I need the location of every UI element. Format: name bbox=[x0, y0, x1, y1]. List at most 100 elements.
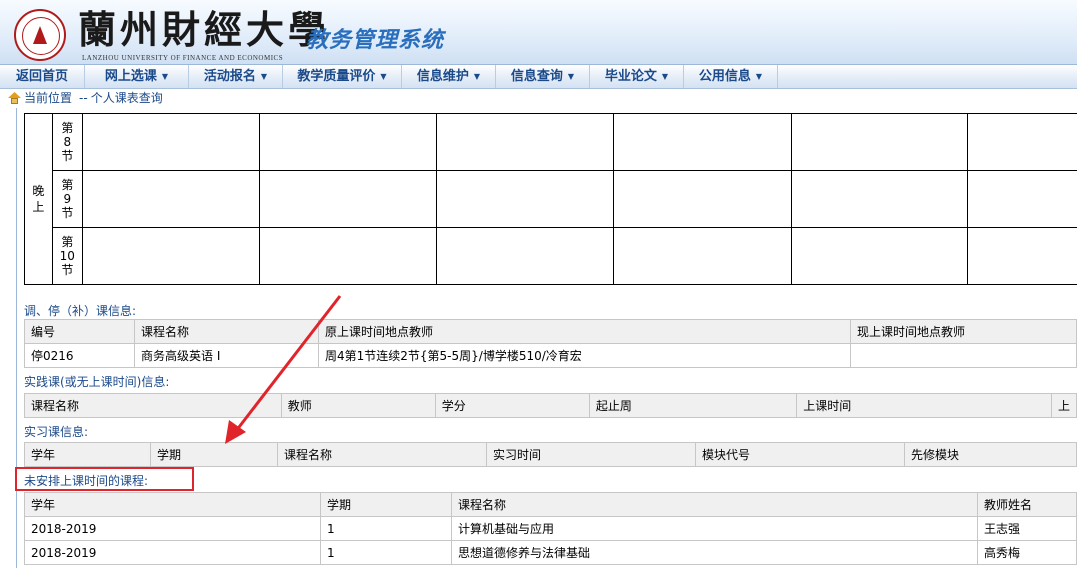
column-header: 先修模块 bbox=[904, 442, 1077, 467]
timetable-cell bbox=[81, 113, 261, 171]
column-header: 学年 bbox=[24, 492, 321, 517]
chevron-down-icon: ▼ bbox=[473, 72, 481, 81]
internship-section-title: 实习课信息: bbox=[24, 425, 89, 439]
column-header: 教师 bbox=[280, 393, 436, 418]
column-header: 课程名称 bbox=[134, 319, 319, 344]
period-cell: 第 9 节 bbox=[51, 170, 83, 228]
system-title: 教务管理系统 bbox=[306, 28, 445, 53]
practice-section-title: 实践课(或无上课时间)信息: bbox=[24, 375, 170, 389]
column-header: 起止周 bbox=[588, 393, 798, 418]
column-header: 学期 bbox=[320, 492, 452, 517]
timetable-cell bbox=[967, 113, 1077, 171]
chevron-down-icon: ▼ bbox=[380, 72, 387, 81]
timetable-cell bbox=[967, 227, 1077, 285]
main-nav: 返回首页 网上选课 ▼ 活动报名 ▼ 教学质量评价 ▼ 信息维护 ▼ 信息查询 … bbox=[0, 65, 1077, 89]
table-row: 停0216 商务高级英语 I 周4第1节连续2节{第5-5周}/博学楼510/冷… bbox=[24, 343, 1077, 368]
arrow-head bbox=[225, 420, 246, 444]
chevron-down-icon: ▼ bbox=[755, 72, 763, 81]
table-header-row: 编号 课程名称 原上课时间地点教师 现上课时间地点教师 bbox=[24, 319, 1077, 344]
nav-label: 公用信息 bbox=[698, 69, 751, 84]
evening-label-text: 晚 上 bbox=[32, 184, 45, 214]
university-name-en: LANZHOU UNIVERSITY OF FINANCE AND ECONOM… bbox=[82, 54, 284, 62]
timetable-cell bbox=[436, 113, 614, 171]
nav-activity-signup[interactable]: 活动报名 ▼ bbox=[189, 65, 283, 88]
nav-home-label: 返回首页 bbox=[15, 69, 68, 84]
table-header-row: 学年 学期 课程名称 教师姓名 bbox=[24, 492, 1077, 517]
column-header: 上 bbox=[1050, 393, 1077, 418]
nav-thesis[interactable]: 毕业论文 ▼ bbox=[590, 65, 684, 88]
breadcrumb-page: 个人课表查询 bbox=[90, 91, 163, 105]
table-cell: 计算机基础与应用 bbox=[451, 516, 978, 541]
column-header: 课程名称 bbox=[24, 393, 282, 418]
column-header: 学年 bbox=[24, 442, 151, 467]
timetable-cell bbox=[612, 170, 792, 228]
chevron-down-icon: ▼ bbox=[161, 72, 169, 81]
table-header-row: 学年 学期 课程名称 实习时间 模块代号 先修模块 bbox=[24, 442, 1077, 467]
timetable-cell bbox=[81, 227, 261, 285]
evening-label: 晚 上 bbox=[24, 113, 53, 285]
column-header: 课程名称 bbox=[451, 492, 978, 517]
university-logo bbox=[14, 9, 66, 61]
period-label: 第 8 节 bbox=[61, 121, 74, 163]
table-cell: 周4第1节连续2节{第5-5周}/博学楼510/冷育宏 bbox=[318, 343, 851, 368]
timetable-cell bbox=[612, 113, 792, 171]
university-name: 蘭州財經大學 bbox=[78, 7, 331, 52]
internship-table: 学年 学期 课程名称 实习时间 模块代号 先修模块 bbox=[24, 442, 1077, 467]
home-icon bbox=[8, 92, 21, 104]
table-cell: 1 bbox=[320, 540, 452, 565]
chevron-down-icon: ▼ bbox=[661, 72, 669, 81]
timetable-cell bbox=[790, 227, 969, 285]
nav-info-maintenance[interactable]: 信息维护 ▼ bbox=[402, 65, 496, 88]
nav-course-selection[interactable]: 网上选课 ▼ bbox=[85, 65, 189, 88]
column-header: 学分 bbox=[434, 393, 590, 418]
breadcrumb: 当前位置 -- 个人课表查询 bbox=[8, 89, 163, 107]
chevron-down-icon: ▼ bbox=[260, 72, 268, 81]
practice-table: 课程名称 教师 学分 起止周 上课时间 上 bbox=[24, 393, 1077, 418]
timetable-cell bbox=[612, 227, 792, 285]
period-label: 第 9 节 bbox=[61, 178, 74, 220]
table-cell: 高秀梅 bbox=[977, 540, 1077, 565]
nav-label: 教学质量评价 bbox=[297, 69, 376, 84]
adjust-section-title: 调、停（补）课信息: bbox=[24, 304, 137, 318]
table-row: 2018-2019 1 思想道德修养与法律基础 高秀梅 bbox=[24, 540, 1077, 565]
adjust-table: 编号 课程名称 原上课时间地点教师 现上课时间地点教师 停0216 商务高级英语… bbox=[24, 319, 1077, 368]
breadcrumb-label: 当前位置 bbox=[24, 91, 73, 105]
annotation-highlight-box bbox=[15, 467, 194, 491]
column-header: 现上课时间地点教师 bbox=[850, 319, 1077, 344]
timetable-cell bbox=[790, 170, 969, 228]
table-cell: 2018-2019 bbox=[24, 516, 321, 541]
timetable-cell bbox=[967, 170, 1077, 228]
period-label: 第 10 节 bbox=[59, 235, 75, 277]
timetable-cell bbox=[436, 170, 614, 228]
table-row: 2018-2019 1 计算机基础与应用 王志强 bbox=[24, 516, 1077, 541]
breadcrumb-separator: -- bbox=[79, 91, 88, 105]
nav-teaching-evaluation[interactable]: 教学质量评价 ▼ bbox=[283, 65, 402, 88]
nav-public-info[interactable]: 公用信息 ▼ bbox=[684, 65, 778, 88]
column-header: 教师姓名 bbox=[977, 492, 1077, 517]
nav-info-query[interactable]: 信息查询 ▼ bbox=[496, 65, 590, 88]
nav-label: 网上选课 bbox=[104, 69, 157, 84]
column-header: 上课时间 bbox=[796, 393, 1052, 418]
content-divider bbox=[16, 108, 17, 568]
timetable-cell bbox=[259, 227, 438, 285]
table-cell bbox=[850, 343, 1077, 368]
table-header-row: 课程名称 教师 学分 起止周 上课时间 上 bbox=[24, 393, 1077, 418]
timetable-cell bbox=[790, 113, 969, 171]
timetable: 晚 上 第 8 节 第 9 节 第 10 节 bbox=[24, 113, 1077, 285]
unscheduled-table: 学年 学期 课程名称 教师姓名 2018-2019 1 计算机基础与应用 王志强… bbox=[24, 492, 1077, 565]
table-cell: 停0216 bbox=[24, 343, 135, 368]
timetable-cell bbox=[259, 113, 438, 171]
nav-home[interactable]: 返回首页 bbox=[0, 65, 85, 88]
column-header: 课程名称 bbox=[277, 442, 487, 467]
chevron-down-icon: ▼ bbox=[567, 72, 575, 81]
period-cell: 第 10 节 bbox=[51, 227, 83, 285]
nav-label: 毕业论文 bbox=[604, 69, 657, 84]
nav-label: 信息查询 bbox=[510, 69, 563, 84]
timetable-cell bbox=[81, 170, 261, 228]
table-cell: 王志强 bbox=[977, 516, 1077, 541]
table-cell: 2018-2019 bbox=[24, 540, 321, 565]
column-header: 实习时间 bbox=[486, 442, 696, 467]
table-cell: 思想道德修养与法律基础 bbox=[451, 540, 978, 565]
column-header: 模块代号 bbox=[695, 442, 905, 467]
app-header: 蘭州財經大學 LANZHOU UNIVERSITY OF FINANCE AND… bbox=[0, 0, 1077, 65]
